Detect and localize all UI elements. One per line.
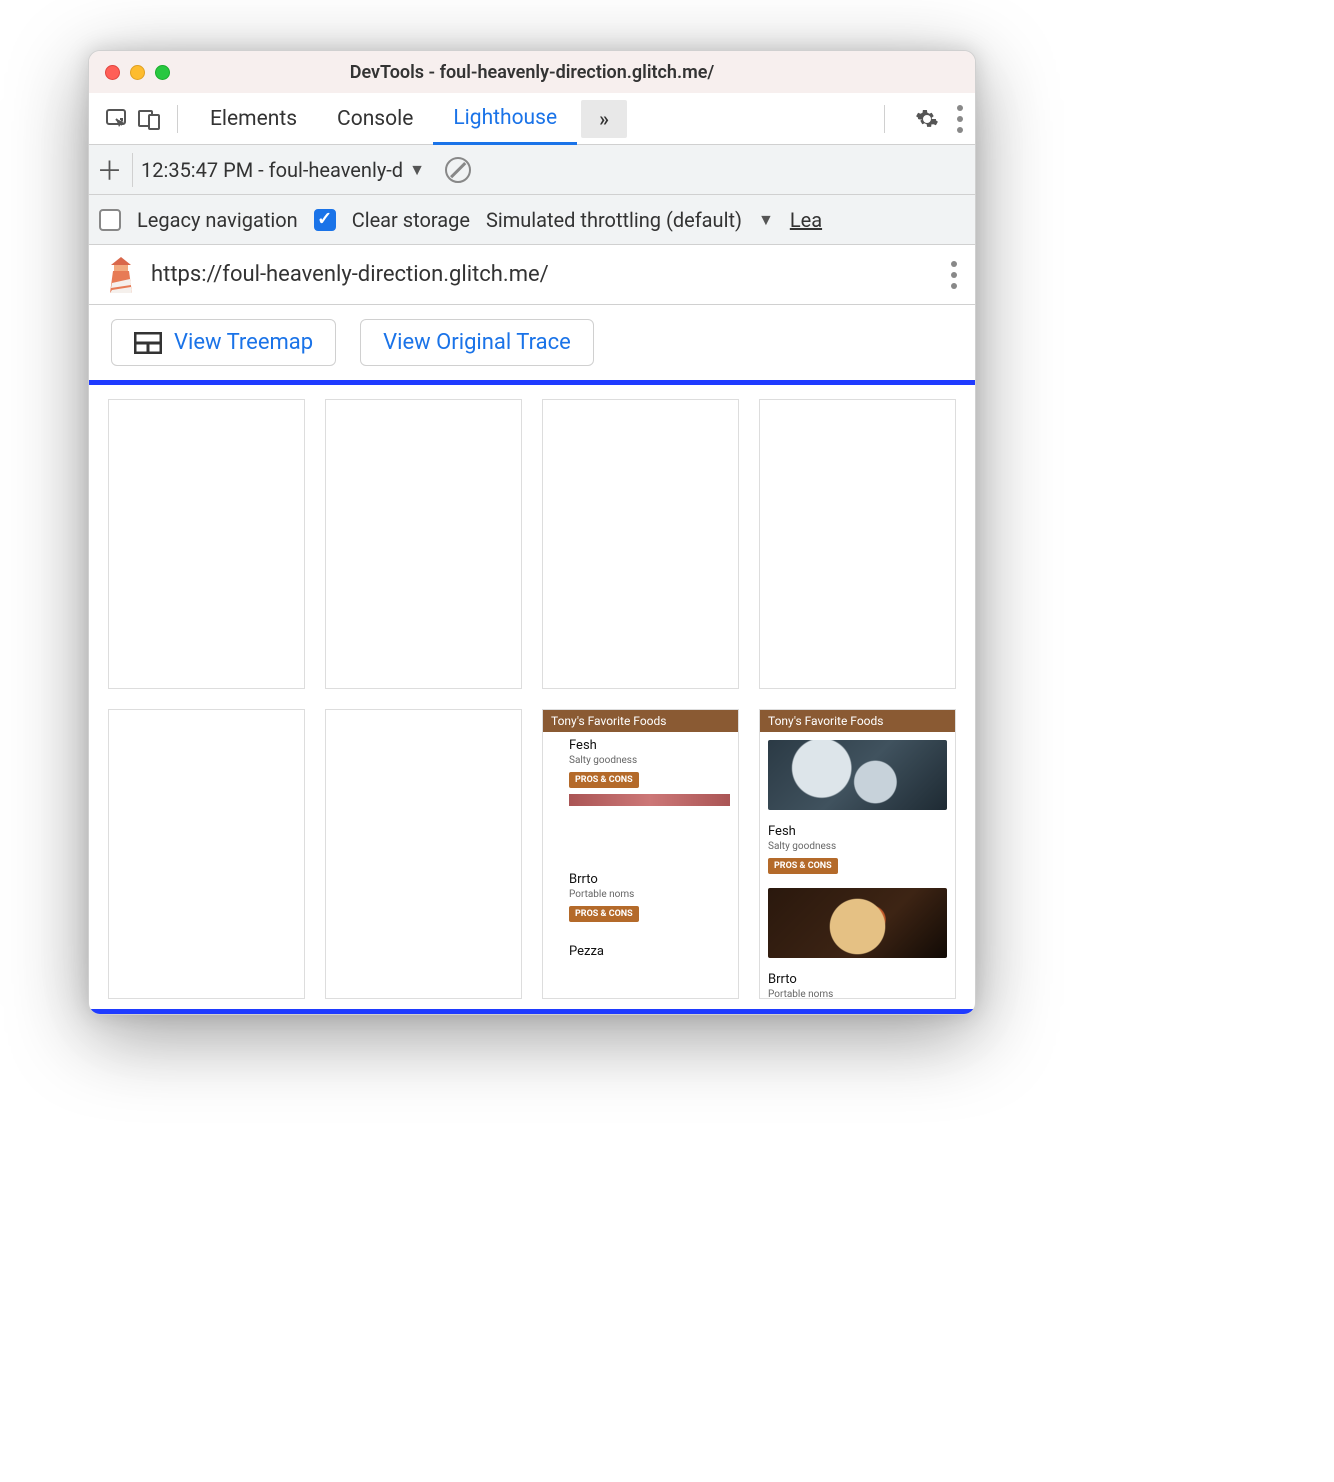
- mini-item-sub: Portable noms: [569, 889, 730, 900]
- treemap-icon: [134, 332, 162, 354]
- mini-item-title: Fesh: [768, 824, 947, 839]
- report-menu-icon[interactable]: [951, 261, 957, 289]
- clear-reports-icon[interactable]: [445, 157, 471, 183]
- chevron-down-icon[interactable]: ▼: [758, 210, 774, 230]
- mini-item-title: Pezza: [569, 944, 730, 959]
- filmstrip: Tony's Favorite Foods Fesh Salty goodnes…: [108, 399, 956, 999]
- view-original-trace-button[interactable]: View Original Trace: [360, 319, 594, 366]
- mini-image-fish: [768, 740, 947, 810]
- mini-item-title: Fesh: [569, 738, 730, 753]
- run-toolbar: ＋ 12:35:47 PM - foul-heavenly-d ▼: [89, 145, 975, 195]
- throttling-label: Simulated throttling (default): [486, 208, 742, 232]
- view-treemap-button[interactable]: View Treemap: [111, 319, 336, 366]
- mini-item-button: PROS & CONS: [768, 858, 838, 874]
- divider: [884, 105, 885, 133]
- titlebar: DevTools - foul-heavenly-direction.glitc…: [89, 51, 975, 93]
- report-actions: View Treemap View Original Trace: [89, 305, 975, 380]
- mini-item-title: Brrto: [569, 872, 730, 887]
- filmstrip-frame[interactable]: [759, 399, 956, 689]
- filmstrip-frame[interactable]: [325, 709, 522, 999]
- tab-lighthouse[interactable]: Lighthouse: [433, 94, 577, 145]
- tab-console[interactable]: Console: [317, 93, 433, 144]
- mini-item-button: PROS & CONS: [569, 906, 639, 922]
- mini-item-button: PROS & CONS: [569, 772, 639, 788]
- report-header: https://foul-heavenly-direction.glitch.m…: [89, 245, 975, 305]
- mini-item-title: Brrto: [768, 972, 947, 987]
- options-toolbar: Legacy navigation Clear storage Simulate…: [89, 195, 975, 245]
- view-original-trace-label: View Original Trace: [383, 330, 571, 355]
- kebab-menu-icon[interactable]: [957, 105, 963, 133]
- clear-storage-label: Clear storage: [352, 208, 470, 232]
- filmstrip-frame[interactable]: [108, 709, 305, 999]
- new-report-button[interactable]: ＋: [99, 153, 133, 187]
- report-dropdown-label: 12:35:47 PM - foul-heavenly-d: [141, 158, 403, 182]
- inspect-element-icon[interactable]: [101, 103, 133, 135]
- mini-page-header: Tony's Favorite Foods: [760, 710, 955, 732]
- toggle-device-icon[interactable]: [133, 103, 165, 135]
- mini-item-sub: Salty goodness: [569, 755, 730, 766]
- divider: [177, 105, 178, 133]
- legacy-navigation-label: Legacy navigation: [137, 208, 298, 232]
- mini-item-sub: Portable noms: [768, 989, 947, 999]
- report-dropdown[interactable]: 12:35:47 PM - foul-heavenly-d ▼: [141, 158, 425, 182]
- devtools-window: DevTools - foul-heavenly-direction.glitc…: [88, 50, 976, 1015]
- filmstrip-frame[interactable]: [325, 399, 522, 689]
- tab-elements[interactable]: Elements: [190, 93, 317, 144]
- lighthouse-icon: [107, 257, 135, 293]
- filmstrip-frame[interactable]: [108, 399, 305, 689]
- close-traffic-light[interactable]: [105, 65, 120, 80]
- zoom-traffic-light[interactable]: [155, 65, 170, 80]
- filmstrip-frame[interactable]: Tony's Favorite Foods Fesh Salty goodnes…: [542, 709, 739, 999]
- mini-item-sub: Salty goodness: [768, 841, 947, 852]
- settings-gear-icon[interactable]: [915, 107, 939, 131]
- learn-more-link[interactable]: Lea: [790, 208, 822, 232]
- window-title: DevTools - foul-heavenly-direction.glitc…: [350, 62, 715, 83]
- mini-image-placeholder: [569, 794, 730, 806]
- mini-image-burrito: [768, 888, 947, 958]
- filmstrip-highlight: Tony's Favorite Foods Fesh Salty goodnes…: [88, 380, 976, 1014]
- minimize-traffic-light[interactable]: [130, 65, 145, 80]
- view-treemap-label: View Treemap: [174, 330, 313, 355]
- chevron-down-icon: ▼: [409, 160, 425, 180]
- devtools-tabbar: Elements Console Lighthouse »: [89, 93, 975, 145]
- more-tabs-button[interactable]: »: [581, 100, 627, 138]
- legacy-navigation-checkbox[interactable]: [99, 209, 121, 231]
- filmstrip-frame[interactable]: Tony's Favorite Foods Fesh Salty goodnes…: [759, 709, 956, 999]
- filmstrip-frame[interactable]: [542, 399, 739, 689]
- traffic-lights: [105, 65, 170, 80]
- report-url: https://foul-heavenly-direction.glitch.m…: [151, 262, 935, 287]
- mini-page-header: Tony's Favorite Foods: [543, 710, 738, 732]
- clear-storage-checkbox[interactable]: [314, 209, 336, 231]
